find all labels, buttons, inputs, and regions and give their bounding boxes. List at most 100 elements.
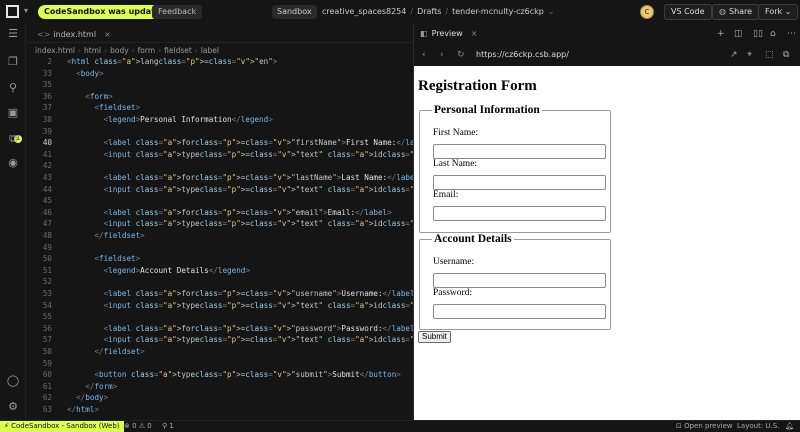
legend-account: Account Details	[432, 233, 514, 246]
crumb-sep: ›	[158, 46, 162, 55]
code-line[interactable]: 56 <label class="a">forclass="p">=class=…	[27, 323, 419, 335]
code-line[interactable]: 38 <legend>Personal Information</legend>	[27, 114, 413, 126]
status-bar: ⚡ CodeSandbox - Sandbox (Web) ⊗ 0 ⚠ 0 ⚲ …	[0, 420, 800, 432]
ports-indicator[interactable]: ⚲ 1	[162, 421, 174, 432]
refresh-icon[interactable]: ↻	[457, 49, 465, 61]
files-icon[interactable]: ❐	[6, 55, 20, 69]
code-line[interactable]: 35	[27, 79, 413, 91]
account-icon[interactable]: ◯	[6, 374, 20, 388]
code-line[interactable]: 48 </fieldset>	[27, 230, 413, 242]
ports-count: 1	[169, 422, 174, 430]
code-line[interactable]: 49	[27, 242, 413, 254]
code-line[interactable]: 42	[27, 160, 413, 172]
crumb-sep: ›	[104, 46, 108, 55]
line-number: 63	[42, 405, 52, 414]
crumb-body[interactable]: body	[110, 46, 129, 55]
crumb-fieldset[interactable]: fieldset	[164, 46, 192, 55]
email-field[interactable]	[433, 206, 606, 221]
code-line[interactable]: 41 <input class="a">typeclass="p">=class…	[27, 149, 758, 161]
code-line[interactable]: 63 </html>	[27, 404, 413, 416]
code-line[interactable]: 61 </form>	[27, 381, 413, 393]
code-line[interactable]: 53 <label class="a">forclass="p">=class=…	[27, 288, 419, 300]
code-line[interactable]: 57 <input class="a">typeclass="p">=class…	[27, 334, 749, 346]
tab-index-html[interactable]: <> index.html ×	[31, 27, 117, 42]
extensions-icon[interactable]: ⧉	[6, 132, 20, 146]
bell-icon[interactable]: 🔔︎	[785, 421, 794, 432]
password-field[interactable]	[433, 304, 606, 319]
crumb-html[interactable]: html	[84, 46, 101, 55]
problems-indicator[interactable]: ⊗ 0 ⚠ 0	[124, 421, 152, 432]
open-preview-button[interactable]: ⊡ Open preview	[676, 421, 733, 432]
vscode-button[interactable]: VS Code	[664, 4, 712, 20]
code-line[interactable]: 44 <input class="a">typeclass="p">=class…	[27, 184, 749, 196]
codesandbox-logo[interactable]	[6, 5, 19, 18]
feedback-button[interactable]: Feedback	[152, 5, 203, 19]
keyboard-layout[interactable]: Layout: U.S.	[737, 421, 779, 432]
close-icon[interactable]: ×	[104, 30, 111, 39]
close-icon[interactable]: ×	[471, 29, 478, 38]
breadcrumb-workspace[interactable]: creative_spaces8254	[322, 7, 406, 16]
sandbox-status[interactable]: ⚡ CodeSandbox - Sandbox (Web)	[0, 421, 124, 432]
code-line[interactable]: 55	[27, 311, 413, 323]
github-icon[interactable]: ◉	[6, 156, 20, 170]
chevron-down-icon[interactable]: ▾	[24, 7, 32, 15]
crumb-label[interactable]: label	[201, 46, 219, 55]
code-line[interactable]: 46 <label class="a">forclass="p">=class=…	[27, 207, 413, 219]
code-line[interactable]: 59	[27, 358, 413, 370]
globe-icon: ◍	[719, 7, 726, 16]
menu-icon[interactable]: ☰	[6, 27, 20, 41]
line-number: 52	[42, 277, 52, 287]
code-line[interactable]: 36 <form>	[27, 91, 413, 103]
last-name-field[interactable]	[433, 175, 606, 190]
inspect-icon[interactable]: ⌖	[747, 49, 752, 61]
code-line[interactable]: 40 <label class="a">forclass="p">=class=…	[27, 137, 433, 149]
more-icon[interactable]: ⋯	[787, 27, 796, 41]
chevron-down-icon[interactable]: ⌄	[548, 7, 555, 16]
code-line[interactable]: 51 <legend>Account Details</legend>	[27, 265, 413, 277]
code-line[interactable]: 43 <label class="a">forclass="p">=class=…	[27, 172, 424, 184]
tab-preview[interactable]: ◧ Preview ×	[420, 27, 477, 41]
vscode-label: VS Code	[671, 7, 705, 16]
fork-button[interactable]: Fork ⌄	[758, 4, 799, 20]
username-field[interactable]	[433, 273, 606, 288]
code-line[interactable]: 50 <fieldset>	[27, 253, 413, 265]
breadcrumb-sandbox[interactable]: tender-mcnulty-cz6ckp	[452, 7, 544, 16]
split-icon[interactable]: ◫	[734, 27, 743, 41]
code-line[interactable]: 2 <html class="a">langclass="p">=class="v…	[27, 56, 413, 68]
crumb-file[interactable]: index.html	[35, 46, 75, 55]
code-line[interactable]: 39	[27, 126, 413, 138]
preview-url[interactable]: https://cz6ckp.csb.app/	[476, 49, 569, 61]
code-editor[interactable]: <> index.html × index.html › html › body › form ›…	[27, 24, 758, 420]
crumb-form[interactable]: form	[138, 46, 156, 55]
avatar[interactable]: C	[640, 5, 654, 19]
forward-icon[interactable]: ›	[440, 49, 444, 61]
submit-button[interactable]: Submit	[418, 331, 451, 343]
back-icon[interactable]: ‹	[422, 49, 426, 61]
editor-tab-bar: <> index.html ×	[27, 24, 413, 43]
copy-icon[interactable]: ⧉	[783, 49, 789, 61]
terminal-icon[interactable]: ▣	[6, 106, 20, 120]
add-icon[interactable]: +	[717, 27, 725, 41]
line-number: 53	[42, 289, 52, 298]
search-icon[interactable]: ⚲	[6, 81, 20, 95]
code-line[interactable]: 33 <body>	[27, 68, 413, 80]
gear-icon[interactable]: ⚙	[6, 400, 20, 414]
code-line[interactable]: 54 <input class="a">typeclass="p">=class…	[27, 300, 749, 312]
share-button[interactable]: ◍ Share	[712, 4, 760, 20]
code-line[interactable]: 47 <input class="a">typeclass="p">=class…	[27, 218, 721, 230]
code-line[interactable]: 62 </body>	[27, 392, 413, 404]
breadcrumb-folder[interactable]: Drafts	[417, 7, 441, 16]
lock-icon[interactable]: ⌂	[770, 27, 776, 41]
code-line[interactable]: 52	[27, 276, 413, 288]
page-title: Registration Form	[418, 78, 537, 94]
code-line[interactable]: 37 <fieldset>	[27, 102, 413, 114]
screenshot-icon[interactable]: ⬚	[765, 49, 774, 61]
code-line[interactable]: 58 </fieldset>	[27, 346, 413, 358]
first-name-field[interactable]	[433, 144, 606, 159]
code-line[interactable]: 60 <button class="a">typeclass="p">=clas…	[27, 369, 413, 381]
line-number: 62	[42, 393, 52, 403]
open-external-icon[interactable]: ↗	[730, 49, 738, 61]
layout-icon[interactable]: ▯▯	[753, 27, 763, 41]
line-number: 2	[47, 57, 52, 66]
code-line[interactable]: 45	[27, 195, 413, 207]
